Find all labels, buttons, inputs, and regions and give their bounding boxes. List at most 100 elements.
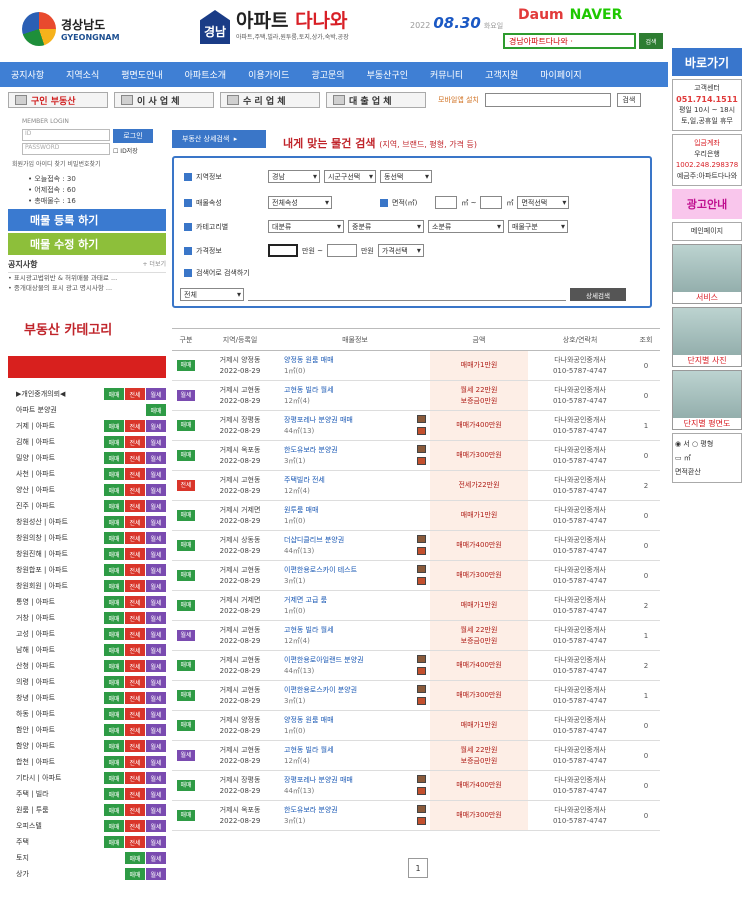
tag-p[interactable]: 월세 — [146, 836, 166, 848]
tag-p[interactable]: 월세 — [146, 532, 166, 544]
radio-a[interactable]: ◉ 서 — [675, 440, 690, 448]
listing-title[interactable]: 장평포레나 분양권 매매 — [284, 775, 430, 786]
info-cell[interactable]: 더샵디클리브 분양권 44㎡(13) — [280, 530, 430, 561]
listing-title[interactable]: 한도유보라 분양권 — [284, 445, 430, 456]
tag-p[interactable]: 월세 — [146, 580, 166, 592]
tag-g[interactable]: 매매 — [104, 532, 124, 544]
tag-r[interactable]: 전세 — [125, 580, 145, 592]
tag-p[interactable]: 월세 — [146, 452, 166, 464]
notice-item[interactable]: • 표시광고법위반 & 허위매물 과태료 ... — [8, 273, 166, 283]
tag-g[interactable]: 매매 — [104, 724, 124, 736]
category-item[interactable]: ▶개인중개의뢰◀ 매매 전세 월세 — [8, 386, 166, 402]
page-1-button[interactable]: 1 — [408, 858, 428, 878]
category-item[interactable]: 오피스텔 매매 전세 월세 — [8, 818, 166, 834]
listing-title[interactable]: 장평포레나 분양권 매매 — [284, 415, 430, 426]
nav-ad-inquiry[interactable]: 광고문의 — [300, 68, 355, 81]
tag-p[interactable]: 월세 — [146, 468, 166, 480]
nav-local-news[interactable]: 지역소식 — [55, 68, 110, 81]
minor-category-select[interactable]: 소분류 — [428, 220, 504, 233]
tag-p[interactable]: 월세 — [146, 612, 166, 624]
tag-p[interactable]: 월세 — [146, 436, 166, 448]
tag-p[interactable]: 월세 — [146, 548, 166, 560]
tag-g[interactable]: 매매 — [104, 820, 124, 832]
tag-r[interactable]: 전세 — [125, 644, 145, 656]
category-item[interactable]: 창원의창 | 아파트 매매 전세 월세 — [8, 530, 166, 546]
table-row[interactable]: 매매 거제시 고현동 2022-08-29 이편한용로스카이 분양권 3㎡(1) 매매가3… — [172, 680, 660, 711]
tag-p[interactable]: 월세 — [146, 820, 166, 832]
tag-p[interactable]: 월세 — [146, 484, 166, 496]
tag-g[interactable]: 매매 — [104, 708, 124, 720]
tag-p[interactable]: 월세 — [146, 724, 166, 736]
nav-mypage[interactable]: 마이페이지 — [529, 68, 592, 81]
table-row[interactable]: 매매 거제시 거제면 2022-08-29 거제면 고급 룸 1㎡(0) 매매가1만원 다나… — [172, 590, 660, 621]
tag-r[interactable]: 전세 — [125, 708, 145, 720]
category-item[interactable]: 밀양 | 아파트 매매 전세 월세 — [8, 450, 166, 466]
table-row[interactable]: 매매 거제시 옥포동 2022-08-29 한도유보라 분양권 3㎡(1) 매매가300만… — [172, 440, 660, 471]
info-cell[interactable]: 주택빌라 전세 12㎡(4) — [280, 470, 430, 501]
keyword-input[interactable] — [248, 288, 566, 301]
info-cell[interactable]: 한도유보라 분양권 3㎡(1) — [280, 800, 430, 831]
category-item[interactable]: 토지 매매 월세 — [8, 850, 166, 866]
tag-p[interactable]: 월세 — [146, 804, 166, 816]
category-item[interactable]: 창원성산 | 아파트 매매 전세 월세 — [8, 514, 166, 530]
tag-r[interactable]: 전세 — [125, 836, 145, 848]
listing-title[interactable]: 주택빌라 전세 — [284, 475, 430, 486]
gyeongnam-logo[interactable]: 경상남도 GYEONGNAM — [22, 12, 120, 46]
listing-title[interactable]: 더샵디클리브 분양권 — [284, 535, 430, 546]
tag-p[interactable]: 월세 — [146, 500, 166, 512]
category-item[interactable]: 거창 | 아파트 매매 전세 월세 — [8, 610, 166, 626]
nav-support[interactable]: 고객지원 — [474, 68, 529, 81]
repair-company-button[interactable]: 수 리 업 체 — [220, 92, 320, 108]
table-row[interactable]: 매매 거제시 고현동 2022-08-29 이편한용로스카이 테스트 3㎡(1) 매매가3… — [172, 560, 660, 591]
tag-p[interactable]: 월세 — [146, 788, 166, 800]
tag-g[interactable]: 매매 — [104, 692, 124, 704]
info-cell[interactable]: 양정동 원룸 매매 1㎡(0) — [280, 710, 430, 741]
category-item[interactable]: 창녕 | 아파트 매매 전세 월세 — [8, 690, 166, 706]
tag-r[interactable]: 전세 — [125, 772, 145, 784]
listing-title[interactable]: 원투룸 매매 — [284, 505, 430, 516]
nav-community[interactable]: 커뮤니티 — [419, 68, 474, 81]
tag-p[interactable]: 월세 — [146, 660, 166, 672]
category-item[interactable]: 남해 | 아파트 매매 전세 월세 — [8, 642, 166, 658]
tag-g[interactable]: 매매 — [104, 420, 124, 432]
listing-title[interactable]: 이편한용로아일랜드 분양권 — [284, 655, 430, 666]
area-convert-button[interactable]: 면적환산 — [675, 468, 701, 476]
tag-p[interactable]: 월세 — [146, 564, 166, 576]
table-row[interactable]: 매매 거제시 고현동 2022-08-29 이편한용로아일랜드 분양권 44㎡(13) 매… — [172, 650, 660, 681]
info-cell[interactable]: 양정동 원룸 매매 1㎡(0) — [280, 350, 430, 381]
tag-r[interactable]: 전세 — [125, 612, 145, 624]
category-item[interactable]: 하동 | 아파트 매매 전세 월세 — [8, 706, 166, 722]
complex-photo-banner[interactable]: 단지별 사진 — [672, 307, 742, 367]
category-item[interactable]: 합천 | 아파트 매매 전세 월세 — [8, 754, 166, 770]
tag-p[interactable]: 월세 — [146, 772, 166, 784]
category-item[interactable]: 통영 | 아파트 매매 전세 월세 — [8, 594, 166, 610]
notice-more-link[interactable]: + 더보기 — [143, 259, 167, 270]
daum-logo[interactable]: Daum — [518, 7, 564, 23]
table-row[interactable]: 매매 거제시 거제면 2022-08-29 원투룸 매매 1㎡(0) 매매가1만원 다나와공… — [172, 500, 660, 531]
area-select[interactable]: 면적선택 — [517, 196, 570, 209]
info-cell[interactable]: 장평포레나 분양권 매매 44㎡(13) — [280, 770, 430, 801]
main-page-link[interactable]: 메인페이지 — [672, 222, 742, 241]
tag-g[interactable]: 매매 — [104, 836, 124, 848]
register-listing-button[interactable]: 매물 등록 하기 — [8, 209, 166, 231]
listing-kind-select[interactable]: 매물구분 — [508, 220, 568, 233]
category-item[interactable]: 창원합포 | 아파트 매매 전세 월세 — [8, 562, 166, 578]
tag-r[interactable]: 전세 — [125, 548, 145, 560]
service-banner[interactable]: 서비스 — [672, 244, 742, 304]
info-cell[interactable]: 이편한용로스카이 분양권 3㎡(1) — [280, 680, 430, 711]
tag-p[interactable]: 월세 — [146, 740, 166, 752]
loan-company-button[interactable]: 대 출 업 체 — [326, 92, 426, 108]
table-row[interactable]: 전세 거제시 고현동 2022-08-29 주택빌라 전세 12㎡(4) 전세가22만원 다… — [172, 470, 660, 501]
id-input[interactable]: ID — [22, 129, 110, 141]
category-item[interactable]: 김해 | 아파트 매매 전세 월세 — [8, 434, 166, 450]
floorplan-banner[interactable]: 단지별 평면도 — [672, 370, 742, 430]
listing-title[interactable]: 거제면 고급 룸 — [284, 595, 430, 606]
category-item[interactable]: 의령 | 아파트 매매 전세 월세 — [8, 674, 166, 690]
category-item[interactable]: 진주 | 아파트 매매 전세 월세 — [8, 498, 166, 514]
nav-floorplan[interactable]: 평면도안내 — [110, 68, 173, 81]
keyword-scope-select[interactable]: 전체 — [180, 288, 244, 301]
area-min-input[interactable] — [435, 196, 458, 209]
tag-r[interactable]: 전세 — [125, 596, 145, 608]
tag-g[interactable]: 매매 — [104, 740, 124, 752]
notice-item[interactable]: • 중개대상물의 표시 광고 명시사항 ... — [8, 283, 166, 293]
